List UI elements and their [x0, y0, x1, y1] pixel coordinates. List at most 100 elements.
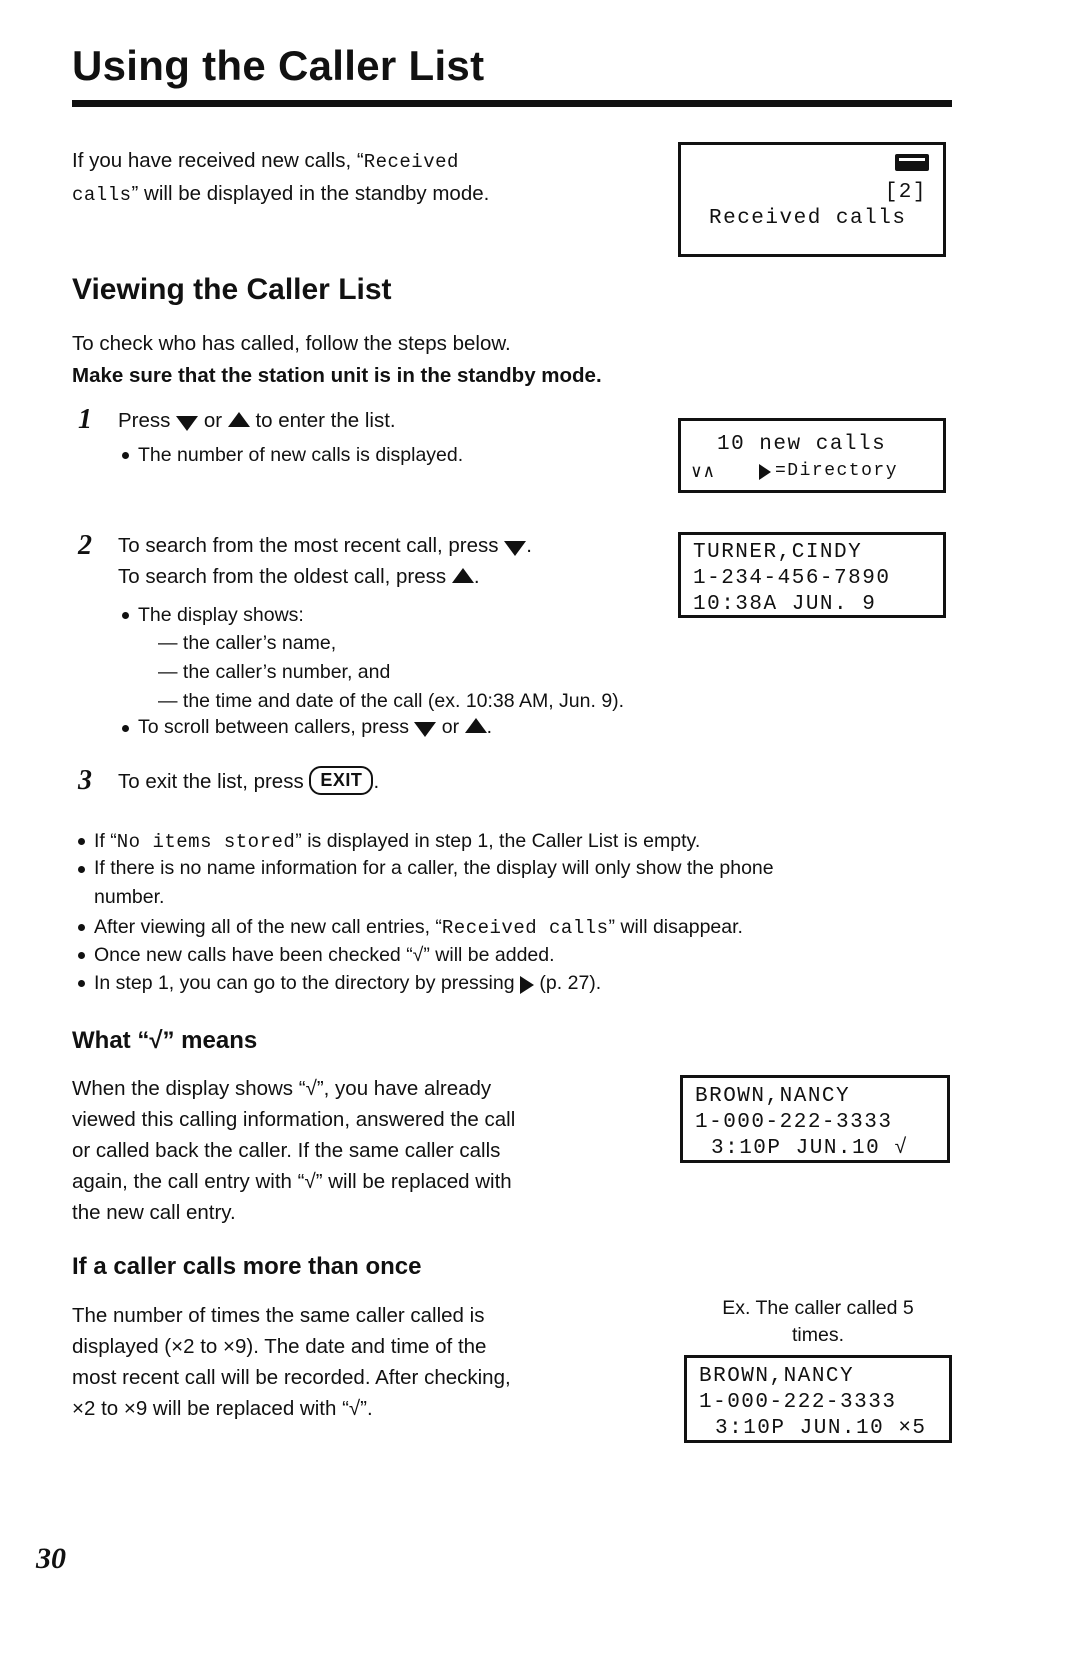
- up-arrow-icon: [464, 718, 487, 734]
- note-4: Once new calls have been checked “√” wil…: [94, 944, 555, 966]
- antenna-icon: [895, 154, 929, 171]
- bullet-marker: [78, 980, 85, 987]
- bullet-marker: [78, 924, 85, 931]
- step-2-bullet-2-c: .: [486, 716, 492, 738]
- step-2-dash-2: — the caller’s number, and: [158, 661, 391, 683]
- note-2-a: If there is no name information for a ca…: [94, 857, 774, 879]
- up-arrow-icon: [451, 568, 474, 584]
- lcd-turner-time: 10:38A JUN. 9: [693, 593, 877, 616]
- title-divider: [72, 100, 952, 107]
- step-2-bullet-2-a: To scroll between callers, press: [138, 716, 409, 738]
- note-2-b: number.: [94, 886, 165, 908]
- intro-mono-received: Received: [363, 151, 459, 173]
- note-1-b: ” is displayed in step 1, the Caller Lis…: [295, 830, 701, 852]
- lcd-brown1-number: 1-000-222-3333: [695, 1111, 893, 1134]
- step-1-bullet-1: The number of new calls is displayed.: [138, 444, 464, 466]
- note-1-a: If “: [94, 830, 117, 852]
- step-2-bullet-1: The display shows:: [138, 604, 304, 626]
- bullet-marker: [122, 612, 129, 619]
- right-arrow-icon: [520, 975, 534, 994]
- step-3-text-a: To exit the list, press: [118, 770, 304, 793]
- lcd-caller-brown-check-display: BROWN,NANCY 1-000-222-3333 3:10P JUN.10 …: [680, 1075, 950, 1163]
- what-means-a: What “: [72, 1027, 150, 1054]
- step-2-line2-b: .: [473, 565, 480, 588]
- lcd-turner-name: TURNER,CINDY: [693, 541, 863, 564]
- manual-page: Using the Caller List If you have receiv…: [0, 0, 1080, 1660]
- what-means-line-5: the new call entry.: [72, 1201, 236, 1224]
- note-3-a: After viewing all of the new call entrie…: [94, 916, 442, 938]
- page-title: Using the Caller List: [72, 42, 485, 89]
- what-means-line-2: viewed this calling information, answere…: [72, 1108, 516, 1131]
- page-number: 30: [36, 1542, 66, 1575]
- note-3-mono: Received calls: [441, 917, 609, 939]
- what-means-b: ” means: [162, 1027, 258, 1054]
- step-1-text-a: Press: [118, 409, 171, 432]
- step-2-line1-b: .: [526, 534, 532, 557]
- lcd-brown2-time: 3:10P JUN.10 ×5: [715, 1417, 927, 1440]
- intro-text-a: If you have received new calls, “: [72, 149, 364, 172]
- bullet-marker: [78, 838, 85, 845]
- right-arrow-icon: [759, 461, 771, 484]
- note-5-a: In step 1, you can go to the directory b…: [94, 972, 515, 994]
- more-than-once-body: The number of times the same caller call…: [72, 1300, 672, 1424]
- step-2-bullet-2: To scroll between callers, press or .: [138, 712, 698, 743]
- step-2-line1-a: To search from the most recent call, pre…: [118, 534, 499, 557]
- what-means-line-1: When the display shows “√”, you have alr…: [72, 1077, 492, 1100]
- step-2-line2-a: To search from the oldest call, press: [118, 565, 447, 588]
- what-means-check: √: [149, 1027, 163, 1054]
- viewing-intro: To check who has called, follow the step…: [72, 332, 511, 355]
- viewing-intro-bold: Make sure that the station unit is in th…: [72, 364, 602, 387]
- down-arrow-icon: [414, 722, 437, 738]
- lcd-new-calls-line1: 10 new calls: [717, 433, 887, 456]
- example-caption-line-2: times.: [791, 1324, 844, 1346]
- step-3-number: 3: [78, 765, 92, 796]
- note-1-mono: No items stored: [116, 831, 296, 853]
- more-than-once-line-2: displayed (×2 to ×9). The date and time …: [72, 1335, 487, 1358]
- bullet-marker: [122, 725, 129, 732]
- down-arrow-icon: [176, 416, 199, 432]
- step-1-number: 1: [78, 404, 92, 435]
- step-3-text: To exit the list, press EXIT.: [118, 766, 658, 797]
- lcd-brown1-time: 3:10P JUN.10 √: [711, 1137, 909, 1160]
- example-caption: Ex. The caller called 5 times.: [678, 1295, 958, 1349]
- step-2-bullet-2-b: or: [441, 716, 460, 738]
- lcd-standby-display: [2] Received calls: [678, 142, 946, 257]
- lcd-new-calls-line2-right: =Directory: [775, 461, 899, 481]
- section-heading-more-than-once: If a caller calls more than once: [72, 1253, 422, 1280]
- note-5-b: (p. 27).: [539, 972, 602, 994]
- up-arrow-icon: [227, 412, 250, 428]
- lcd-standby-line2: Received calls: [709, 207, 907, 230]
- lcd-brown2-name: BROWN,NANCY: [699, 1365, 855, 1388]
- lcd-brown2-number: 1-000-222-3333: [699, 1391, 897, 1414]
- intro-text-b: ” will be displayed in the standby mode.: [131, 182, 490, 205]
- bullet-marker: [78, 952, 85, 959]
- step-1-text: Press or to enter the list.: [118, 405, 638, 436]
- bullet-marker: [78, 866, 85, 873]
- step-2-dash-list: — the caller’s name, — the caller’s numb…: [158, 629, 778, 716]
- step-2-number: 2: [78, 530, 92, 561]
- what-means-line-3: or called back the caller. If the same c…: [72, 1139, 501, 1162]
- exit-key[interactable]: EXIT: [309, 766, 374, 795]
- intro-paragraph: If you have received new calls, “Receive…: [72, 145, 632, 211]
- what-means-body: When the display shows “√”, you have alr…: [72, 1073, 672, 1228]
- more-than-once-line-4: ×2 to ×9 will be replaced with “√”.: [72, 1397, 373, 1420]
- step-2-dash-1: — the caller’s name,: [158, 632, 337, 654]
- step-1-text-c: to enter the list.: [255, 409, 396, 432]
- note-3-b: ” will disappear.: [608, 916, 743, 938]
- step-3-text-b: .: [373, 770, 380, 793]
- step-2-dash-3: — the time and date of the call (ex. 10:…: [158, 690, 625, 712]
- lcd-caller-brown-x5-display: BROWN,NANCY 1-000-222-3333 3:10P JUN.10 …: [684, 1355, 952, 1443]
- what-means-line-4: again, the call entry with “√” will be r…: [72, 1170, 512, 1193]
- bullet-marker: [122, 452, 129, 459]
- lcd-standby-line1: [2]: [884, 181, 927, 204]
- section-heading-viewing: Viewing the Caller List: [72, 273, 392, 306]
- down-arrow-icon: [504, 541, 527, 557]
- lcd-new-calls-line2-left: ∨∧: [691, 463, 716, 483]
- note-5: In step 1, you can go to the directory b…: [94, 968, 954, 999]
- step-2-text: To search from the most recent call, pre…: [118, 530, 658, 592]
- more-than-once-line-1: The number of times the same caller call…: [72, 1304, 485, 1327]
- lcd-new-calls-display: 10 new calls =Directory ∨∧ =Directory: [678, 418, 946, 493]
- lcd-turner-number: 1-234-456-7890: [693, 567, 891, 590]
- lcd-brown1-name: BROWN,NANCY: [695, 1085, 851, 1108]
- more-than-once-line-3: most recent call will be recorded. After…: [72, 1366, 511, 1389]
